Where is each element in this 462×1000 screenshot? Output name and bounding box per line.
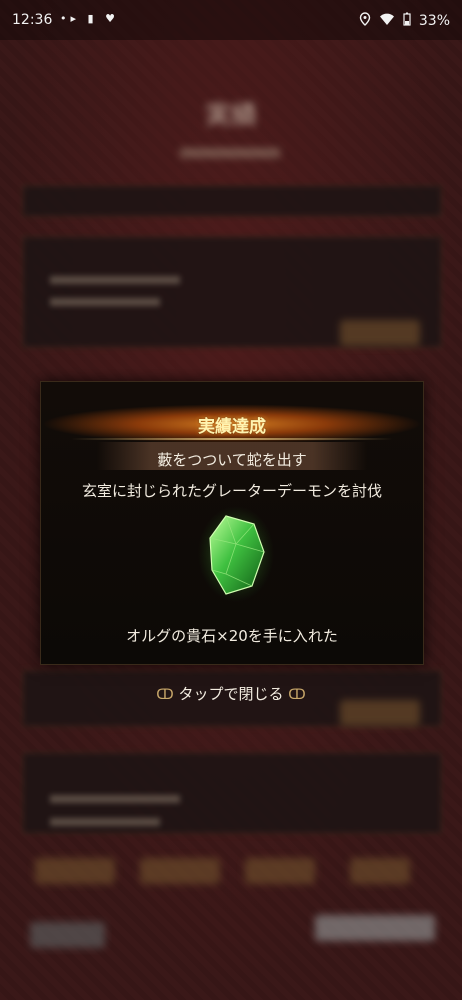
status-left-icons: •▸ ▮ ♥ xyxy=(60,12,119,25)
background-filter-button xyxy=(140,858,220,884)
dialog-divider xyxy=(71,438,393,440)
background-card-text xyxy=(50,298,160,306)
dialog-title: 実績達成 xyxy=(198,417,266,437)
background-card-text xyxy=(50,276,180,284)
background-filter-button xyxy=(245,858,315,884)
background-filter-button xyxy=(350,858,410,884)
background-subtitle-blur xyxy=(180,148,280,158)
battery-percentage: 33% xyxy=(418,13,450,29)
achievement-dialog[interactable]: 実績達成 藪をつついて蛇を出す 玄室に封じられたグレーターデーモンを討伐 オルグ… xyxy=(40,381,424,665)
tap-to-close-label: タップで閉じる xyxy=(178,685,284,703)
battery-saver-icon: ▮ xyxy=(87,12,98,25)
background-card-text xyxy=(50,795,180,803)
battery-icon xyxy=(403,12,411,30)
green-gem-icon xyxy=(196,504,276,604)
reward-text: オルグの貴石×20を手に入れた xyxy=(126,627,338,645)
background-back-button xyxy=(30,922,105,948)
tap-to-close-hint[interactable]: ↀ タップで閉じる ↀ xyxy=(0,683,462,704)
achievement-description: 玄室に封じられたグレーターデーモンを討伐 xyxy=(81,482,382,500)
achievement-name: 藪をつついて蛇を出す xyxy=(157,451,307,469)
location-icon xyxy=(359,12,371,30)
heart-icon: ♥ xyxy=(105,12,119,25)
status-bar: 12:36 •▸ ▮ ♥ 33% xyxy=(0,0,462,40)
background-card-button xyxy=(340,320,420,346)
ornament-right-icon: ↀ xyxy=(288,687,306,703)
background-tab-bar xyxy=(22,185,442,217)
background-action-button xyxy=(315,915,435,941)
background-filter-button xyxy=(35,858,115,884)
ornament-left-icon: ↀ xyxy=(156,687,174,703)
background-page-title: 実績 xyxy=(204,101,257,131)
notification-dots-icon: •▸ xyxy=(60,12,81,25)
status-time: 12:36 xyxy=(12,12,53,28)
background-card-text xyxy=(50,818,160,826)
status-right-icons: 33% xyxy=(359,12,450,30)
wifi-icon xyxy=(379,13,395,30)
